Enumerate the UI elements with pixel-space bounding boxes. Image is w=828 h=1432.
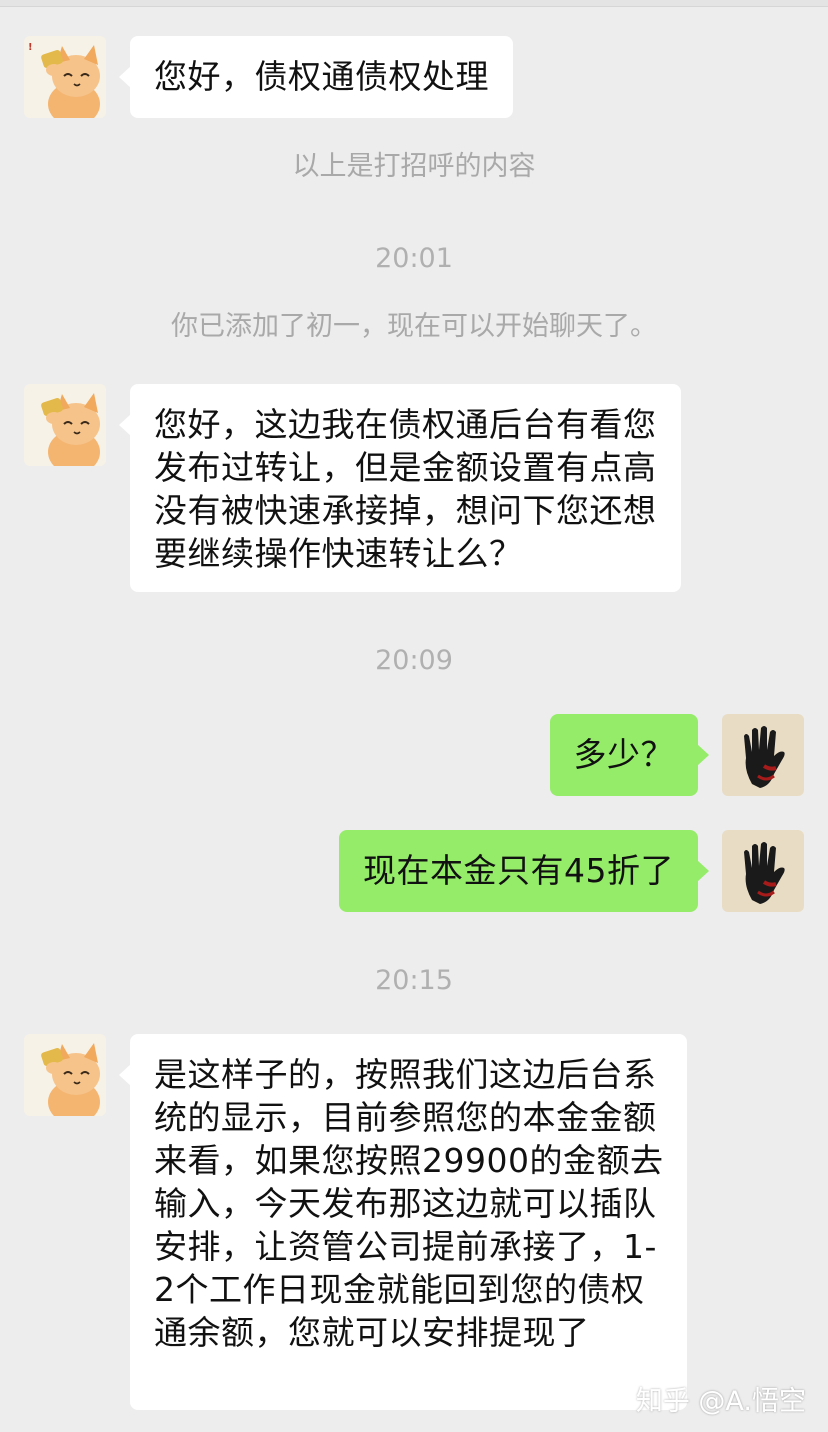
message-text: 2个工作日现金就能回到您的债权 bbox=[154, 1270, 645, 1309]
message-text: 您好，这边我在债权通后台有看您 bbox=[154, 405, 657, 444]
top-divider bbox=[0, 0, 828, 7]
message-text: 是这样子的，按照我们这边后台系 bbox=[154, 1055, 657, 1094]
message-text: 来看，如果您按照29900的金额去 bbox=[154, 1141, 664, 1180]
message-text: 发布过转让，但是金额设置有点高 bbox=[154, 448, 657, 487]
message-bubble-incoming[interactable]: 是这样子的，按照我们这边后台系 统的显示，目前参照您的本金金额 来看，如果您按照… bbox=[118, 1034, 688, 1410]
message-text: 您好，债权通债权处理 bbox=[154, 57, 489, 96]
message-bubble-incoming[interactable]: 您好，这边我在债权通后台有看您 发布过转让，但是金额设置有点高 没有被快速承接掉… bbox=[119, 384, 681, 592]
system-notice: 以上是打招呼的内容 bbox=[292, 151, 536, 182]
message-text: 输入，今天发布那这边就可以插队 bbox=[154, 1184, 657, 1223]
message-text: 现在本金只有45折了 bbox=[363, 851, 674, 890]
message-text: 安排，让资管公司提前承接了，1- bbox=[154, 1227, 657, 1266]
system-notice: 你已添加了初一，现在可以开始聊天了。 bbox=[171, 311, 657, 342]
timestamp: 20:09 bbox=[375, 645, 453, 676]
message-text: 统的显示，目前参照您的本金金额 bbox=[154, 1098, 657, 1137]
message-text: 要继续操作快速转让么？ bbox=[154, 534, 523, 573]
message-bubble-outgoing[interactable]: 现在本金只有45折了 bbox=[339, 830, 709, 912]
message-text: 多少？ bbox=[573, 735, 674, 774]
message-bubble-incoming[interactable]: 您好，债权通债权处理 bbox=[119, 36, 513, 118]
svg-text:!: ! bbox=[28, 42, 33, 53]
cat-avatar[interactable]: ! bbox=[24, 36, 106, 118]
message-text: 通余额，您就可以安排提现了 bbox=[154, 1313, 590, 1352]
message-bubble-outgoing[interactable]: 多少？ bbox=[549, 714, 709, 796]
message-text: 没有被快速承接掉，想问下您还想 bbox=[154, 491, 657, 530]
timestamp: 20:01 bbox=[375, 243, 453, 274]
cat-avatar[interactable] bbox=[24, 384, 106, 466]
hand-avatar[interactable] bbox=[722, 714, 804, 796]
hand-avatar[interactable] bbox=[722, 830, 804, 912]
timestamp: 20:15 bbox=[375, 965, 453, 996]
watermark: 知乎 @A.悟空 bbox=[635, 1386, 806, 1417]
cat-avatar[interactable] bbox=[24, 1034, 106, 1116]
